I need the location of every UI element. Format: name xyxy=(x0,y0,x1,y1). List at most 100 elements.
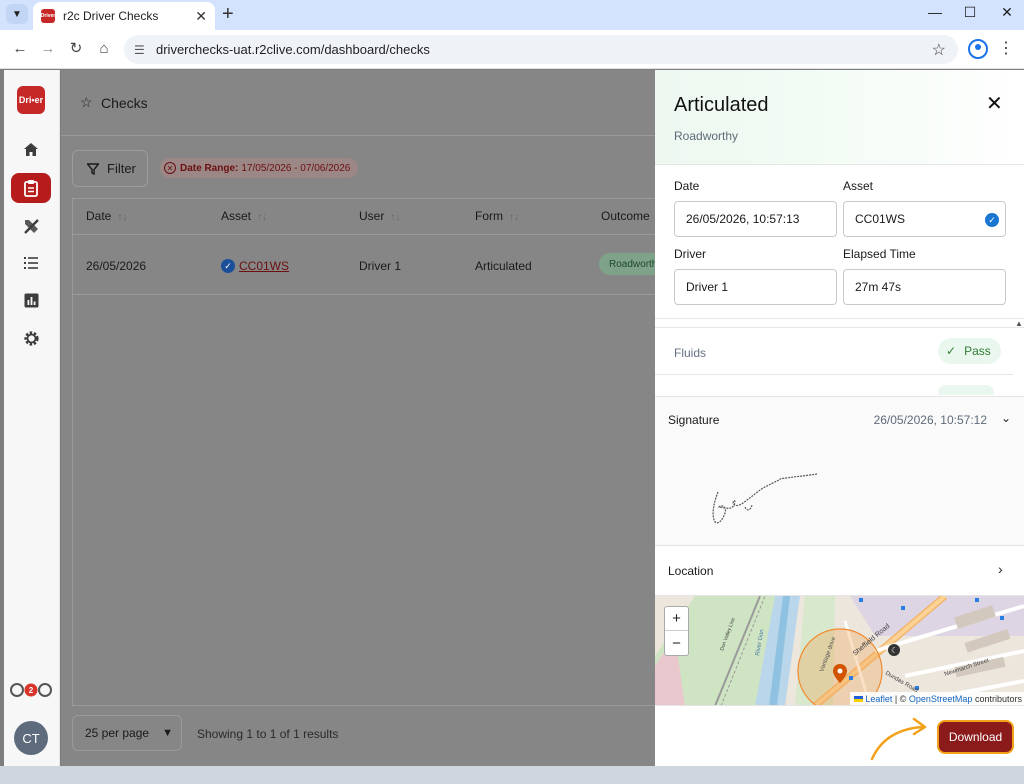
browser-tab[interactable]: Driver r2c Driver Checks ✕ xyxy=(33,2,215,30)
back-icon[interactable]: ← xyxy=(10,39,30,59)
results-summary: Showing 1 to 1 of 1 results xyxy=(197,727,339,741)
sidebar-item-reports[interactable] xyxy=(11,285,51,315)
location-map[interactable]: ☾ Sheffield Road Vantage drive River Don… xyxy=(655,595,1024,705)
star-icon[interactable]: ☆ xyxy=(932,40,946,60)
pass-text: Pass xyxy=(964,344,991,358)
url-text[interactable]: driverchecks-uat.r2clive.com/dashboard/c… xyxy=(156,42,932,57)
sort-icon[interactable]: ↑↓ xyxy=(390,212,400,223)
verified-icon: ✓ xyxy=(221,259,235,273)
filter-label: Filter xyxy=(107,161,136,176)
driver-label: Driver xyxy=(674,247,706,261)
col-form[interactable]: Form ↑↓ xyxy=(475,209,519,223)
chevron-right-icon[interactable]: › xyxy=(998,561,1003,577)
fluids-label: Fluids xyxy=(674,346,707,360)
clipboard-icon xyxy=(24,180,38,197)
checks-table: Date ↑↓ Asset ↑↓ User ↑↓ Form ↑↓ Outcome 26/… xyxy=(72,198,673,706)
close-icon[interactable]: ✕ xyxy=(195,8,207,25)
app: Dri•er 2 CT ☆ Checks Filter ✕ Date Range… xyxy=(4,70,1024,766)
per-page-select[interactable]: 25 per page ▼ xyxy=(72,715,182,751)
browser-tab-bar: ▼ Driver r2c Driver Checks ✕ + — ☐ ✕ xyxy=(0,0,1024,30)
profile-icon[interactable] xyxy=(968,39,988,59)
map-attribution: Leaflet | © OpenStreetMap contributors xyxy=(850,692,1024,705)
favourite-star-icon[interactable]: ☆ xyxy=(80,94,93,111)
sort-icon[interactable]: ↑↓ xyxy=(257,212,267,223)
sort-desc-icon[interactable]: ↑↓ xyxy=(117,212,127,223)
signature-label: Signature xyxy=(668,413,720,427)
col-asset[interactable]: Asset ↑↓ xyxy=(221,209,267,223)
divider xyxy=(655,374,1013,375)
drawer-title: Articulated xyxy=(674,94,769,116)
sidebar-item-tools[interactable] xyxy=(11,211,51,241)
elapsed-field[interactable]: 27m 47s xyxy=(843,269,1006,305)
home-icon xyxy=(24,143,38,156)
r2c-logo: 2 xyxy=(10,682,52,701)
map-tiles: ☾ Sheffield Road Vantage drive River Don… xyxy=(655,596,1024,705)
asset-field[interactable]: CC01WS ✓ xyxy=(843,201,1006,237)
drawer-footer: Download xyxy=(655,705,1024,766)
osm-link[interactable]: OpenStreetMap xyxy=(909,694,973,704)
new-tab-icon[interactable]: + xyxy=(222,3,234,25)
col-outcome[interactable]: Outcome xyxy=(601,209,650,223)
pass-badge xyxy=(938,385,994,395)
close-icon[interactable]: ✕ xyxy=(986,91,1003,116)
divider xyxy=(655,318,1024,319)
driver-field[interactable]: Driver 1 xyxy=(674,269,837,305)
sort-icon[interactable]: ↑↓ xyxy=(509,212,519,223)
bar-chart-icon xyxy=(24,293,38,307)
drawer-subtitle: Roadworthy xyxy=(674,129,739,143)
address-bar[interactable]: ☰ driverchecks-uat.r2clive.com/dashboard… xyxy=(124,35,958,64)
attrib-sep: | © xyxy=(894,693,907,704)
divider xyxy=(655,327,1024,328)
map-zoom-control: + − xyxy=(664,606,689,656)
sidebar-item-settings[interactable] xyxy=(11,323,51,353)
filter-button[interactable]: Filter xyxy=(72,150,148,187)
site-info-icon[interactable]: ☰ xyxy=(134,43,152,57)
date-label: Date xyxy=(674,179,700,193)
gear-icon xyxy=(23,330,39,346)
checks-page: ☆ Checks Filter ✕ Date Range: 17/05/2026… xyxy=(61,70,673,766)
per-page-value: 25 per page xyxy=(85,726,150,740)
drawer-header: Articulated Roadworthy ✕ xyxy=(655,70,1024,165)
remove-filter-icon[interactable]: ✕ xyxy=(164,162,176,174)
cell-user: Driver 1 xyxy=(359,259,402,273)
sidebar-item-list[interactable] xyxy=(11,248,51,278)
zoom-out-button[interactable]: − xyxy=(665,631,688,655)
desktop-strip xyxy=(0,766,1024,784)
signature-image xyxy=(712,473,818,524)
menu-icon[interactable]: ⋮ xyxy=(998,38,1014,58)
sidebar-item-home[interactable] xyxy=(11,135,51,165)
date-field[interactable]: 26/05/2026, 10:57:13 xyxy=(674,201,837,237)
forward-icon[interactable]: → xyxy=(38,39,58,59)
table-row[interactable]: 26/05/2026 ✓ CC01WS Driver 1 Articulated… xyxy=(73,235,673,295)
r2c-logo-icon: 2 xyxy=(10,683,52,697)
leaflet-link[interactable]: Leaflet xyxy=(865,694,892,704)
zoom-in-button[interactable]: + xyxy=(665,607,688,631)
col-date[interactable]: Date ↑↓ xyxy=(86,209,127,223)
attrib-contributors: contributors xyxy=(974,693,1022,704)
app-logo[interactable]: Dri•er xyxy=(17,86,45,114)
col-user[interactable]: User ↑↓ xyxy=(359,209,400,223)
scroll-up-icon[interactable]: ▲ xyxy=(1015,319,1023,328)
chevron-down-icon[interactable]: ⌄ xyxy=(1001,411,1011,425)
asset-link[interactable]: CC01WS xyxy=(239,259,289,273)
signature-time: 26/05/2026, 10:57:12 xyxy=(873,413,987,427)
date-range-chip[interactable]: ✕ Date Range: 17/05/2026 - 07/06/2026 xyxy=(160,158,359,178)
close-window-icon[interactable]: ✕ xyxy=(992,4,1022,21)
location-label: Location xyxy=(668,564,714,578)
asset-value: CC01WS xyxy=(855,212,906,226)
minimize-icon[interactable]: — xyxy=(920,4,950,20)
pass-badge: ✓ Pass xyxy=(938,338,1001,364)
tools-icon xyxy=(23,218,39,234)
filter-icon xyxy=(87,162,99,175)
tab-search-icon[interactable]: ▼ xyxy=(6,4,28,24)
sidebar-item-checks[interactable] xyxy=(11,173,51,203)
maximize-icon[interactable]: ☐ xyxy=(955,4,985,21)
download-button[interactable]: Download xyxy=(937,720,1014,754)
tab-title: r2c Driver Checks xyxy=(63,9,159,23)
home-icon[interactable]: ⌂ xyxy=(94,39,114,59)
chip-label: Date Range: xyxy=(180,162,239,174)
chevron-down-icon: ▼ xyxy=(162,727,173,739)
avatar[interactable]: CT xyxy=(14,721,48,755)
reload-icon[interactable]: ↻ xyxy=(66,39,86,59)
check-detail-drawer: Articulated Roadworthy ✕ Date 26/05/2026… xyxy=(655,70,1024,766)
